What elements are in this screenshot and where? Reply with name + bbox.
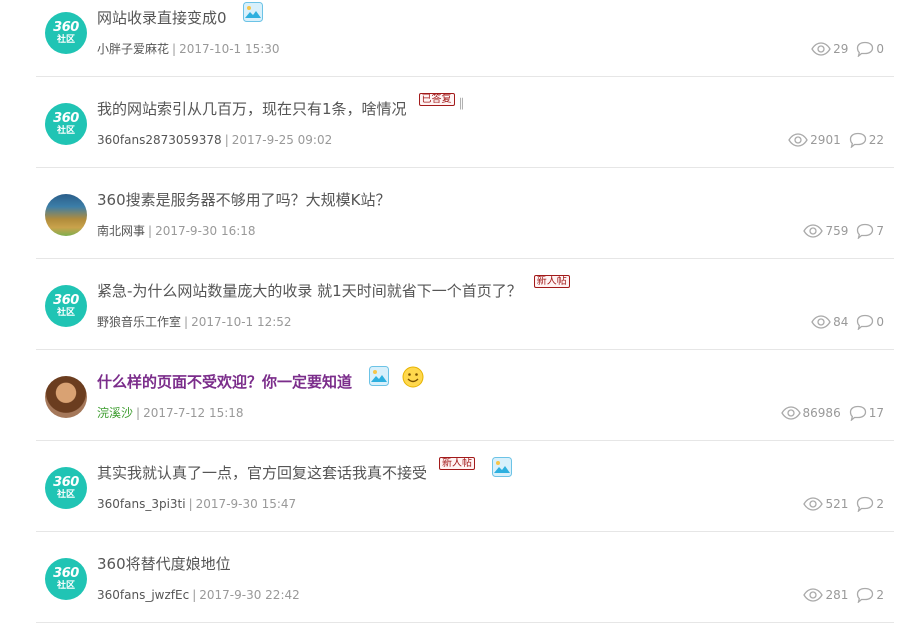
view-count: 2901 — [810, 133, 841, 147]
thread-stats: 281 2 — [803, 587, 884, 603]
newbie-badge: 新人帖 — [533, 275, 570, 288]
avatar[interactable]: 360 社区 — [45, 103, 87, 145]
answered-badge: 已答复 — [418, 93, 455, 106]
reply-count: 22 — [868, 133, 884, 147]
eye-icon — [803, 497, 823, 511]
reply-count: 7 — [876, 224, 884, 238]
author-link[interactable]: 南北网事 — [97, 224, 145, 238]
thread-title[interactable]: 紧急-为什么网站数量庞大的收录 就1天时间就省下一个首页了？新人帖 — [97, 275, 570, 301]
avatar[interactable]: 360 社区 — [45, 467, 87, 509]
avatar[interactable]: 360 社区 — [45, 12, 87, 54]
thread-stats: 2901 22 — [788, 132, 884, 148]
avatar[interactable] — [45, 376, 87, 418]
comment-icon — [856, 587, 874, 603]
view-count: 281 — [825, 588, 849, 602]
image-icon — [492, 457, 512, 477]
reply-count: 0 — [876, 42, 884, 56]
thread-title[interactable]: 360搜素是服务器不够用了吗？大规模K站？ — [97, 190, 390, 210]
view-count: 521 — [825, 497, 849, 511]
author-link[interactable]: 浣溪沙 — [97, 406, 133, 420]
post-date: 2017-10-1 15:30 — [179, 42, 280, 56]
image-icon — [369, 366, 389, 386]
thread-meta: 小胖子爱麻花 | 2017-10-1 15:30 — [97, 42, 280, 56]
thread-title[interactable]: 360将替代度娘地位 — [97, 554, 231, 574]
avatar[interactable]: 360 社区 — [45, 285, 87, 327]
post-date: 2017-9-30 15:47 — [195, 497, 297, 511]
list-item[interactable]: 什么样的页面不受欢迎？你一定要知道 浣溪沙 | 2017-7-12 15:18 86… — [36, 350, 894, 441]
reply-count: 0 — [876, 315, 884, 329]
view-count: 86986 — [802, 406, 841, 420]
avatar[interactable] — [45, 194, 87, 236]
list-item[interactable]: 360 社区 我的网站索引从几百万，现在只有1条，啥情况已答复 ∥ 360fans… — [36, 77, 894, 168]
author-link[interactable]: 野狼音乐工作室 — [97, 315, 181, 329]
author-link[interactable]: 360fans_jwzfEc — [97, 588, 189, 602]
eye-icon — [781, 406, 801, 420]
thread-title[interactable]: 我的网站索引从几百万，现在只有1条，啥情况已答复 ∥ — [97, 93, 465, 119]
author-link[interactable]: 小胖子爱麻花 — [97, 42, 169, 56]
eye-icon — [788, 133, 808, 147]
reply-count: 2 — [876, 497, 884, 511]
thread-stats: 84 0 — [811, 314, 884, 330]
comment-icon — [856, 496, 874, 512]
thread-stats: 29 0 — [811, 41, 884, 57]
thread-meta: 南北网事 | 2017-9-30 16:18 — [97, 224, 256, 238]
post-date: 2017-10-1 12:52 — [191, 315, 292, 329]
eye-icon — [803, 588, 823, 602]
comment-icon — [856, 314, 874, 330]
post-date: 2017-9-30 22:42 — [199, 588, 300, 602]
reply-count: 17 — [868, 406, 884, 420]
post-date: 2017-9-30 16:18 — [155, 224, 256, 238]
reply-count: 2 — [876, 588, 884, 602]
smile-icon — [402, 366, 424, 388]
view-count: 29 — [833, 42, 849, 56]
eye-icon — [811, 42, 831, 56]
list-item[interactable]: 360 社区 360将替代度娘地位 360fans_jwzfEc | 2017-9-… — [36, 532, 894, 623]
thread-title[interactable]: 什么样的页面不受欢迎？你一定要知道 — [97, 372, 424, 394]
thread-meta: 360fans_3pi3ti | 2017-9-30 15:47 — [97, 497, 297, 511]
eye-icon — [803, 224, 823, 238]
comment-icon — [856, 41, 874, 57]
post-date: 2017-9-25 09:02 — [231, 133, 333, 147]
thread-title[interactable]: 其实我就认真了一点，官方回复这套话我真不接受新人帖 — [97, 457, 512, 483]
thread-title[interactable]: 网站收录直接变成0 — [97, 8, 263, 28]
thread-list: 360 社区 网站收录直接变成0 小胖子爱麻花 | 2017-10-1 15:30 … — [0, 0, 903, 627]
list-item[interactable]: 360 社区 其实我就认真了一点，官方回复这套话我真不接受新人帖 360fans… — [36, 441, 894, 532]
eye-icon — [811, 315, 831, 329]
thread-stats: 759 7 — [803, 223, 884, 239]
comment-icon — [849, 132, 867, 148]
thread-stats: 86986 17 — [781, 405, 884, 421]
thread-meta: 浣溪沙 | 2017-7-12 15:18 — [97, 406, 244, 420]
thread-meta: 360fans2873059378 | 2017-9-25 09:02 — [97, 133, 333, 147]
comment-icon — [856, 223, 874, 239]
author-link[interactable]: 360fans2873059378 — [97, 133, 222, 147]
view-count: 759 — [825, 224, 849, 238]
paperclip-icon: ∥ — [458, 96, 465, 110]
image-icon — [243, 2, 263, 22]
post-date: 2017-7-12 15:18 — [143, 406, 244, 420]
comment-icon — [849, 405, 867, 421]
view-count: 84 — [833, 315, 849, 329]
avatar[interactable]: 360 社区 — [45, 558, 87, 600]
list-item[interactable]: 360搜素是服务器不够用了吗？大规模K站？ 南北网事 | 2017-9-30 16:… — [36, 168, 894, 259]
list-item[interactable]: 360 社区 网站收录直接变成0 小胖子爱麻花 | 2017-10-1 15:30 … — [36, 0, 894, 77]
newbie-badge: 新人帖 — [439, 457, 476, 470]
author-link[interactable]: 360fans_3pi3ti — [97, 497, 186, 511]
thread-meta: 野狼音乐工作室 | 2017-10-1 12:52 — [97, 315, 292, 329]
list-item[interactable]: 360 社区 紧急-为什么网站数量庞大的收录 就1天时间就省下一个首页了？新人帖… — [36, 259, 894, 350]
thread-meta: 360fans_jwzfEc | 2017-9-30 22:42 — [97, 588, 300, 602]
thread-stats: 521 2 — [803, 496, 884, 512]
